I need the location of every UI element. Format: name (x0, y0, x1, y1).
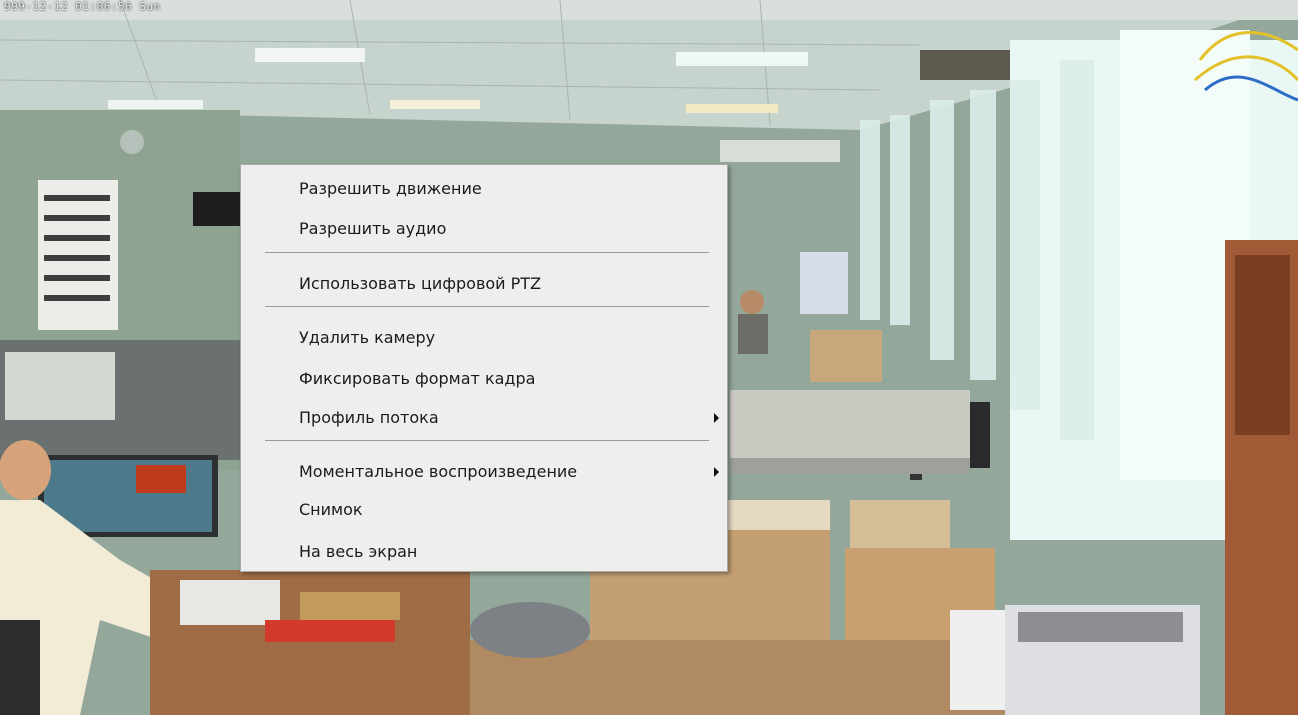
chevron-right-icon (714, 413, 719, 423)
menu-item-enable-audio[interactable]: Разрешить аудио (299, 218, 719, 240)
menu-item-label: Профиль потока (299, 408, 439, 427)
menu-item-snapshot[interactable]: Снимок (299, 499, 719, 521)
camera-view-window: 999-12-12 01:06:56 Sun Разрешить движени… (0, 0, 1298, 715)
chevron-right-icon (714, 467, 719, 477)
menu-item-remove-camera[interactable]: Удалить камеру (299, 327, 719, 349)
menu-item-label: Фиксировать формат кадра (299, 369, 536, 388)
menu-item-label: На весь экран (299, 542, 418, 561)
menu-item-enable-motion[interactable]: Разрешить движение (299, 178, 719, 200)
menu-item-digital-ptz[interactable]: Использовать цифровой PTZ (299, 273, 719, 295)
menu-item-lock-aspect-ratio[interactable]: Фиксировать формат кадра (299, 368, 719, 390)
menu-item-label: Разрешить движение (299, 179, 482, 198)
menu-separator (265, 306, 709, 307)
camera-context-menu: Разрешить движение Разрешить аудио Испол… (240, 164, 728, 572)
menu-separator (265, 440, 709, 441)
menu-item-label: Моментальное воспроизведение (299, 462, 578, 481)
menu-item-label: Использовать цифровой PTZ (299, 274, 542, 293)
menu-item-label: Снимок (299, 500, 363, 519)
menu-item-instant-playback[interactable]: Моментальное воспроизведение (299, 461, 719, 483)
camera-timestamp: 999-12-12 01:06:56 Sun (4, 0, 161, 13)
menu-item-label: Разрешить аудио (299, 219, 447, 238)
menu-item-label: Удалить камеру (299, 328, 436, 347)
menu-item-fullscreen[interactable]: На весь экран (299, 541, 719, 563)
menu-item-stream-profile[interactable]: Профиль потока (299, 407, 719, 429)
menu-separator (265, 252, 709, 253)
